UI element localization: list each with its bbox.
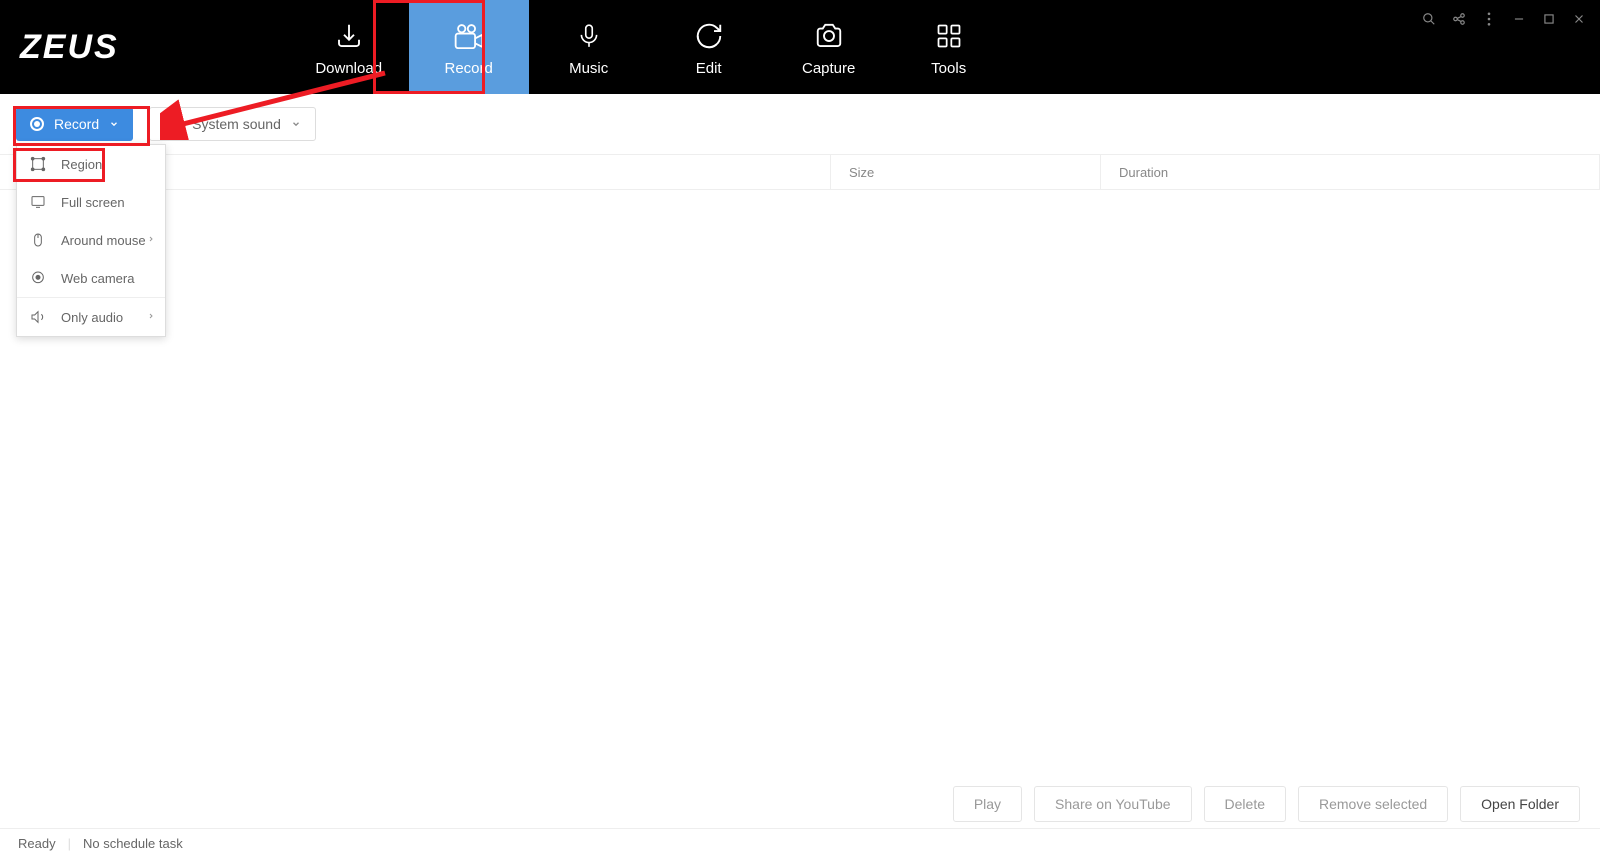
- dropdown-item-only-audio[interactable]: Only audio: [17, 298, 165, 336]
- sound-dropdown-button[interactable]: System sound: [149, 107, 316, 141]
- nav-label: Download: [315, 60, 382, 77]
- nav-tab-edit[interactable]: Edit: [649, 0, 769, 94]
- dropdown-label: Web camera: [61, 271, 134, 286]
- share-youtube-button[interactable]: Share on YouTube: [1034, 786, 1191, 822]
- nav-tab-music[interactable]: Music: [529, 0, 649, 94]
- nav-tab-tools[interactable]: Tools: [889, 0, 1009, 94]
- file-list-area: [0, 190, 1600, 780]
- nav-label: Tools: [931, 60, 966, 77]
- record-dot-icon: [30, 117, 44, 131]
- dropdown-item-region[interactable]: Region: [17, 145, 165, 183]
- minimize-icon[interactable]: [1510, 10, 1528, 28]
- chevron-right-icon: [147, 310, 155, 325]
- dropdown-label: Region: [61, 157, 102, 172]
- camera-icon: [813, 18, 845, 54]
- record-dropdown-button[interactable]: Record: [16, 107, 133, 141]
- region-icon: [29, 155, 47, 173]
- bottom-actions: Play Share on YouTube Delete Remove sele…: [0, 780, 1600, 828]
- status-ready: Ready: [18, 836, 56, 851]
- nav-tabs: Download Record Music Edit Capture: [289, 0, 1009, 94]
- nav-label: Record: [445, 60, 493, 77]
- topbar: ZEUS Download Record Music Edit: [0, 0, 1600, 94]
- close-icon[interactable]: [1570, 10, 1588, 28]
- dropdown-item-webcam[interactable]: Web camera: [17, 259, 165, 297]
- search-icon[interactable]: [1420, 10, 1438, 28]
- nav-label: Music: [569, 60, 608, 77]
- play-button[interactable]: Play: [953, 786, 1022, 822]
- monitor-icon: [29, 193, 47, 211]
- dropdown-item-around-mouse[interactable]: Around mouse: [17, 221, 165, 259]
- dropdown-label: Around mouse: [61, 233, 146, 248]
- microphone-icon: [576, 18, 602, 54]
- nav-tab-record[interactable]: Record: [409, 0, 529, 94]
- chevron-right-icon: [147, 233, 155, 248]
- chevron-down-icon: [291, 119, 301, 129]
- open-folder-button[interactable]: Open Folder: [1460, 786, 1580, 822]
- statusbar: Ready | No schedule task: [0, 828, 1600, 858]
- nav-label: Capture: [802, 60, 855, 77]
- speaker-icon: [164, 115, 182, 133]
- column-duration[interactable]: Duration: [1100, 155, 1600, 189]
- table-header: Size Duration: [0, 154, 1600, 190]
- nav-label: Edit: [696, 60, 722, 77]
- sound-btn-label: System sound: [192, 116, 281, 132]
- download-icon: [334, 18, 364, 54]
- mouse-icon: [29, 231, 47, 249]
- status-separator: |: [68, 836, 71, 851]
- share-icon[interactable]: [1450, 10, 1468, 28]
- toolbar: Record System sound Region Full screen A…: [0, 94, 1600, 154]
- refresh-icon: [694, 18, 724, 54]
- dropdown-label: Full screen: [61, 195, 125, 210]
- chevron-down-icon: [109, 119, 119, 129]
- window-controls: [1420, 10, 1588, 28]
- audio-icon: [29, 308, 47, 326]
- dropdown-label: Only audio: [61, 310, 123, 325]
- nav-tab-download[interactable]: Download: [289, 0, 409, 94]
- record-dropdown-menu: Region Full screen Around mouse Web came…: [16, 144, 166, 337]
- menu-dots-icon[interactable]: [1480, 10, 1498, 28]
- webcam-icon: [29, 269, 47, 287]
- grid-icon: [935, 18, 963, 54]
- remove-selected-button[interactable]: Remove selected: [1298, 786, 1448, 822]
- delete-button[interactable]: Delete: [1204, 786, 1286, 822]
- nav-tab-capture[interactable]: Capture: [769, 0, 889, 94]
- dropdown-item-fullscreen[interactable]: Full screen: [17, 183, 165, 221]
- video-camera-icon: [452, 18, 486, 54]
- maximize-icon[interactable]: [1540, 10, 1558, 28]
- column-size[interactable]: Size: [830, 155, 1100, 189]
- status-schedule: No schedule task: [83, 836, 183, 851]
- app-logo: ZEUS: [20, 28, 119, 67]
- record-btn-label: Record: [54, 116, 99, 132]
